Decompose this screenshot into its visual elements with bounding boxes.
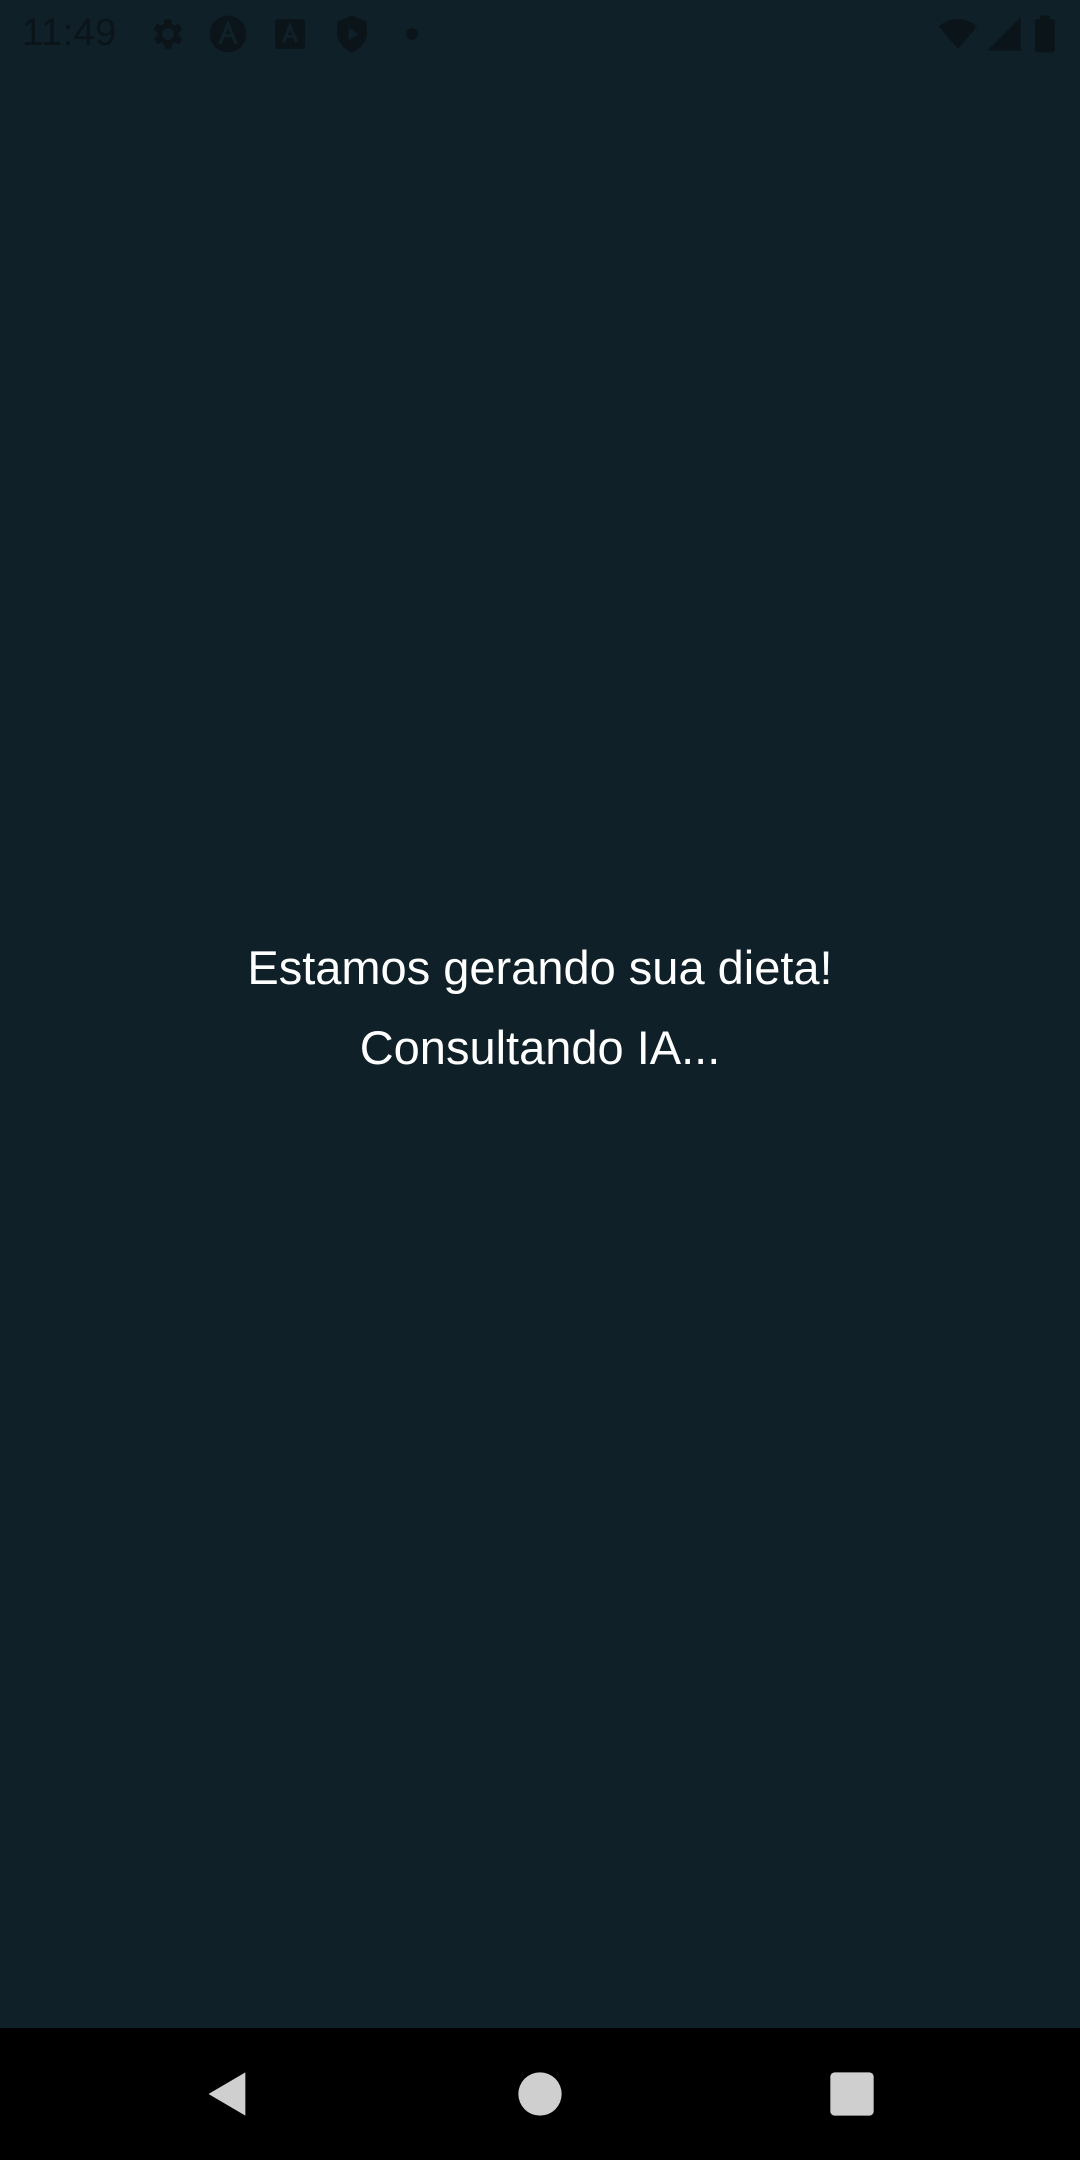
app-a-square-icon: [270, 14, 310, 54]
back-button[interactable]: [202, 2068, 254, 2120]
home-icon: [518, 2072, 562, 2116]
status-time: 11:49: [22, 12, 117, 54]
recents-button[interactable]: [826, 2068, 878, 2120]
navigation-bar: [0, 2028, 1080, 2160]
status-bar: 11:49: [0, 0, 1080, 66]
battery-icon: [1030, 14, 1060, 54]
wifi-icon: [936, 14, 980, 54]
screen: 11:49 Estamos gerando sua dieta! Consult…: [0, 0, 1080, 2160]
app-a-icon: [208, 14, 248, 54]
dot-icon: [392, 14, 432, 54]
loading-title: Estamos gerando sua dieta!: [247, 941, 833, 994]
back-icon: [208, 2072, 246, 2116]
gear-icon: [148, 14, 188, 54]
home-button[interactable]: [514, 2068, 566, 2120]
loading-subtitle: Consultando IA...: [359, 1021, 721, 1074]
recents-icon: [830, 2072, 874, 2116]
shield-play-icon: [332, 14, 372, 54]
signal-icon: [984, 14, 1024, 54]
